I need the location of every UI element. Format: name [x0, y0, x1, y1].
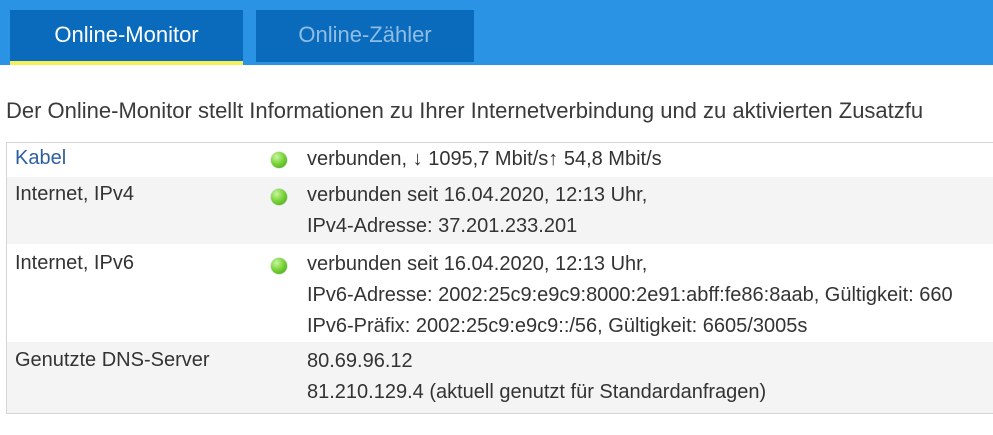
table-row-ipv4: Internet, IPv4 verbunden seit 16.04.2020…	[7, 177, 993, 244]
value-line: verbunden seit 16.04.2020, 12:13 Uhr,	[307, 253, 648, 275]
row-value: verbunden, ↓ 1095,7 Mbit/s↑ 54,8 Mbit/s	[307, 144, 662, 175]
table-row-ipv6: Internet, IPv6 verbunden seit 16.04.2020…	[7, 244, 993, 342]
value-line: 81.210.129.4 (aktuell genutzt für Standa…	[307, 381, 767, 403]
row-value: verbunden seit 16.04.2020, 12:13 Uhr, IP…	[307, 249, 953, 342]
tab-online-monitor[interactable]: Online-Monitor	[10, 10, 243, 65]
table-row-kabel: Kabel verbunden, ↓ 1095,7 Mbit/s↑ 54,8 M…	[7, 143, 993, 177]
value-line: 80.69.96.12	[307, 350, 413, 372]
row-label: Genutzte DNS-Server	[15, 349, 210, 371]
value-line: verbunden seit 16.04.2020, 12:13 Uhr,	[307, 184, 648, 206]
value-line: verbunden, ↓ 1095,7 Mbit/s↑ 54,8 Mbit/s	[307, 148, 662, 170]
table-row-dns: Genutzte DNS-Server 80.69.96.12 81.210.1…	[7, 342, 993, 413]
value-line: IPv6-Präfix: 2002:25c9:e9c9::/56, Gültig…	[307, 315, 808, 337]
kabel-link[interactable]: Kabel	[15, 147, 66, 170]
intro-text: Der Online-Monitor stellt Informationen …	[6, 98, 924, 123]
value-line: IPv6-Adresse: 2002:25c9:e9c9:8000:2e91:a…	[307, 284, 953, 306]
row-value: 80.69.96.12 81.210.129.4 (aktuell genutz…	[307, 346, 766, 408]
tab-bar: Online-Monitor Online-Zähler	[0, 0, 993, 65]
status-green-icon	[271, 189, 287, 205]
tab-online-zaehler[interactable]: Online-Zähler	[256, 10, 474, 62]
tab-online-monitor-label: Online-Monitor	[54, 22, 199, 47]
tab-online-zaehler-label: Online-Zähler	[298, 22, 432, 47]
active-tab-indicator	[10, 61, 243, 65]
row-label: Internet, IPv4	[15, 183, 134, 205]
row-label: Internet, IPv6	[15, 252, 134, 274]
status-table: Kabel verbunden, ↓ 1095,7 Mbit/s↑ 54,8 M…	[6, 142, 993, 414]
value-line: IPv4-Adresse: 37.201.233.201	[307, 215, 578, 237]
status-green-icon	[271, 258, 287, 274]
status-green-icon	[271, 152, 287, 168]
row-value: verbunden seit 16.04.2020, 12:13 Uhr, IP…	[307, 180, 647, 242]
